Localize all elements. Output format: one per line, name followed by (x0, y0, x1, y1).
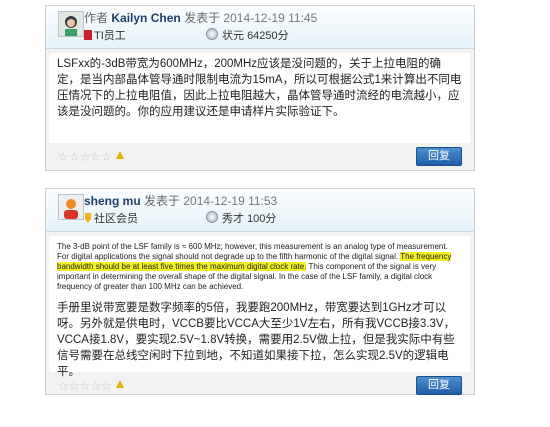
author-score: 秀才 100分 (206, 210, 276, 226)
post-header: sheng mu 发表于 2014-12-19 11:53 社区会员 秀才 10… (46, 189, 474, 232)
author-label: 作者 (84, 11, 109, 25)
points: 100分 (247, 213, 277, 225)
author-score: 状元 64250分 (206, 27, 289, 43)
page-margin (0, 0, 40, 427)
author-name[interactable]: sheng mu (84, 194, 141, 208)
quote-line: For digital applications the signal shou… (57, 252, 399, 261)
rating-stars[interactable]: ☆☆☆☆☆ (58, 150, 112, 164)
ti-badge-icon (84, 30, 92, 40)
post-content: 手册里说带宽要是数字频率的5倍，我要跑200MHz，带宽要达到1GHz才可以呀。… (57, 302, 456, 378)
post-body: LSFxx的-3dB带宽为600MHz，200MHz应该是没问题的，关于上拉电阻… (49, 53, 470, 143)
avatar[interactable] (58, 11, 84, 37)
rank-text: TI员工 (94, 30, 126, 42)
author-rank: 社区会员 (84, 210, 138, 226)
post-content: LSFxx的-3dB带宽为600MHz，200MHz应该是没问题的，关于上拉电阻… (57, 58, 462, 118)
quoted-datasheet-excerpt: The 3-dB point of the LSF family is ≈ 60… (57, 242, 462, 292)
avatar[interactable] (58, 194, 84, 220)
medal-icon (206, 28, 218, 40)
forum-post: sheng mu 发表于 2014-12-19 11:53 社区会员 秀才 10… (45, 188, 475, 395)
reply-button[interactable]: 回复 (416, 147, 462, 166)
rank-text: 社区会员 (94, 213, 138, 225)
post-datetime: 2014-12-19 11:45 (223, 11, 318, 25)
status-label: 状元 (222, 30, 244, 42)
post-meta: 作者 Kailyn Chen 发表于 2014-12-19 11:45 (84, 9, 317, 26)
status-label: 秀才 (222, 213, 244, 225)
medal-icon (206, 211, 218, 223)
author-name[interactable]: Kailyn Chen (111, 11, 180, 25)
member-badge-icon (85, 213, 91, 223)
post-header: 作者 Kailyn Chen 发表于 2014-12-19 11:45 TI员工… (46, 6, 474, 49)
forum-post: 作者 Kailyn Chen 发表于 2014-12-19 11:45 TI员工… (45, 5, 475, 171)
post-datetime: 2014-12-19 11:53 (183, 194, 278, 208)
post-body: The 3-dB point of the LSF family is ≈ 60… (49, 236, 470, 378)
rating-stars[interactable]: ☆☆☆☆☆ (58, 379, 112, 393)
posted-label: 发表于 (184, 11, 221, 25)
reply-button[interactable]: 回复 (416, 376, 462, 395)
points: 64250分 (247, 30, 289, 42)
quote-line: The 3-dB point of the LSF family is ≈ 60… (57, 242, 448, 251)
post-footer: ☆☆☆☆☆ 回复 (46, 146, 474, 166)
author-rank: TI员工 (84, 27, 126, 43)
posted-label: 发表于 (144, 194, 181, 208)
warning-icon[interactable] (116, 151, 124, 159)
warning-icon[interactable] (116, 380, 124, 388)
post-footer: ☆☆☆☆☆ 回复 (46, 375, 474, 395)
post-meta: sheng mu 发表于 2014-12-19 11:53 (84, 192, 277, 209)
